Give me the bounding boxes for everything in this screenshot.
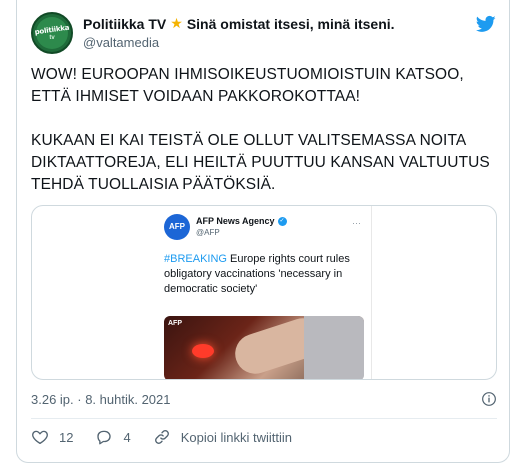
embedded-photo: AFP	[164, 316, 364, 379]
copy-link-button[interactable]: Kopioi linkki twiittiin	[153, 428, 292, 446]
embedded-hashtag: #BREAKING	[164, 253, 227, 265]
photo-watermark: AFP	[168, 320, 182, 327]
more-icon: ···	[352, 218, 361, 228]
embedded-author-name: AFP News Agency	[196, 216, 275, 226]
photo-light	[192, 344, 214, 358]
like-button[interactable]: 12	[31, 428, 73, 446]
star-icon: ★	[170, 15, 183, 31]
afp-avatar: AFP	[164, 214, 190, 240]
display-name[interactable]: Politiikka TV ★ Sinä omistat itsesi, min…	[83, 15, 463, 32]
tweet-header: politiikka tv Politiikka TV ★ Sinä omist…	[31, 12, 497, 56]
embedded-handle: @AFP	[196, 228, 220, 237]
tweet-text: WOW! EUROOPAN IHMISOIKEUSTUOMIOISTUIN KA…	[31, 66, 490, 193]
tweet-meta: 3.26 ip. · 8. huhtik. 2021	[31, 392, 497, 408]
divider	[31, 418, 497, 419]
display-name-text: Politiikka TV	[83, 15, 167, 32]
embedded-tweet: AFP AFP News Agency ✓ @AFP ··· #BREAKING…	[156, 206, 372, 379]
heart-icon	[32, 430, 48, 445]
twitter-bird-icon[interactable]	[475, 14, 497, 34]
tweet-actions: 12 4 Kopioi linkki twiittiin	[31, 426, 497, 448]
avatar[interactable]: politiikka tv	[31, 12, 73, 54]
reply-button[interactable]: 4	[95, 428, 131, 446]
link-icon	[154, 430, 169, 444]
verified-icon: ✓	[277, 216, 287, 226]
copy-link-label: Kopioi linkki twiittiin	[180, 429, 292, 445]
embedded-media[interactable]: AFP AFP News Agency ✓ @AFP ··· #BREAKING…	[31, 205, 497, 380]
tweet-card: politiikka tv Politiikka TV ★ Sinä omist…	[16, 0, 510, 463]
author-handle[interactable]: @valtamedia	[83, 35, 463, 50]
embedded-author: AFP News Agency ✓	[196, 216, 287, 226]
timestamp[interactable]: 3.26 ip. · 8. huhtik. 2021	[31, 392, 170, 407]
reply-icon	[97, 430, 112, 445]
author-names: Politiikka TV ★ Sinä omistat itsesi, min…	[83, 15, 463, 50]
embedded-text: #BREAKING Europe rights court rules obli…	[164, 252, 364, 297]
avatar-logo-sub: tv	[49, 35, 55, 41]
reply-count: 4	[123, 429, 131, 445]
like-count: 12	[59, 429, 74, 445]
display-name-bio: Sinä omistat itsesi, minä itseni.	[186, 15, 395, 32]
info-icon[interactable]	[481, 391, 497, 407]
photo-sleeve	[304, 316, 364, 379]
